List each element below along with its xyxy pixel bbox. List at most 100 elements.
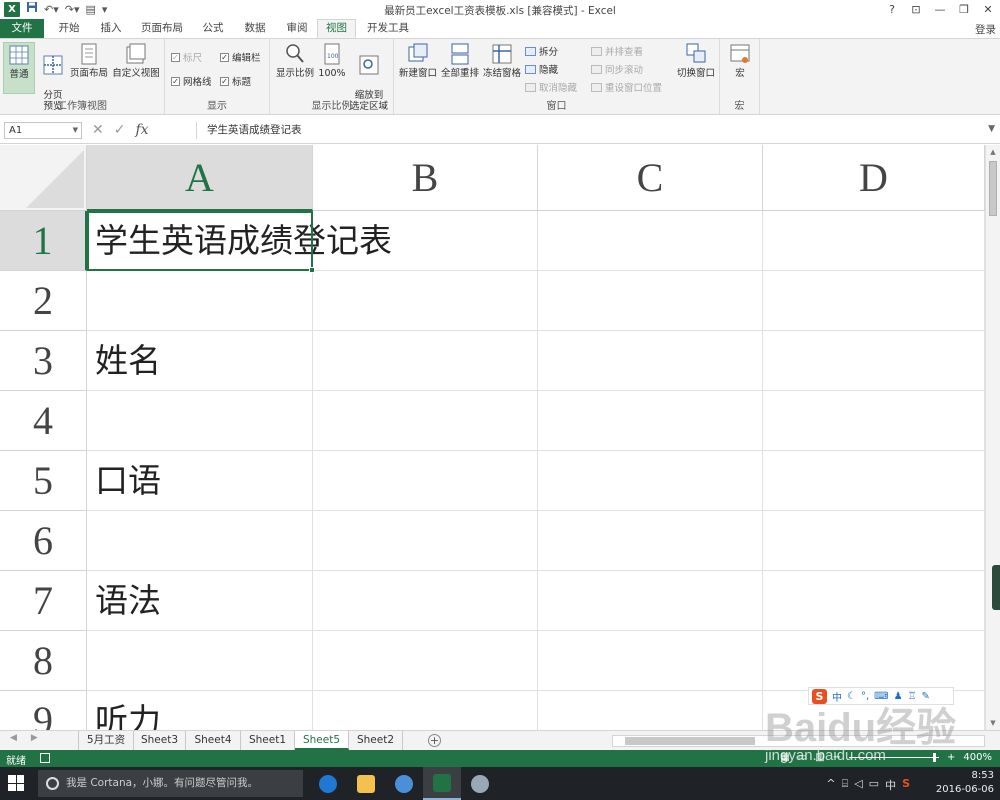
add-sheet-icon[interactable]: + [428, 734, 441, 747]
row-header-9[interactable]: 9 [0, 691, 87, 730]
sogou-tray-icon[interactable]: S [902, 777, 910, 793]
row-header-1[interactable]: 1 [0, 211, 87, 271]
grid-cell-b9[interactable] [313, 691, 538, 730]
normal-view-button[interactable]: 普通 [3, 42, 35, 94]
zoom-button[interactable]: 显示比例 [275, 42, 315, 79]
column-header-b[interactable]: B [313, 145, 538, 211]
tab-data[interactable]: 数据 [238, 19, 272, 38]
row-header-2[interactable]: 2 [0, 271, 87, 331]
cell-a3[interactable]: 姓名 [95, 331, 161, 391]
sheet-tab-sheet4[interactable]: Sheet4 [186, 731, 241, 750]
windows-start-icon[interactable] [8, 775, 24, 791]
row-header-4[interactable]: 4 [0, 391, 87, 451]
taskbar-explorer[interactable] [347, 767, 385, 800]
side-by-side-button[interactable]: 并排查看 [591, 44, 643, 58]
grid-cell-a2[interactable] [87, 271, 313, 331]
cell-a7[interactable]: 语法 [95, 571, 161, 631]
grid-cell-d5[interactable] [763, 451, 985, 511]
macros-button[interactable]: 宏 [726, 42, 754, 79]
sheet-tab-sheet1[interactable]: Sheet1 [241, 731, 295, 750]
grid-cell-b8[interactable] [313, 631, 538, 691]
column-header-c[interactable]: C [538, 145, 763, 211]
custom-views-button[interactable]: 自定义视图 [110, 42, 162, 79]
tab-file[interactable]: 文件 [0, 19, 44, 38]
minimize-button[interactable]: — [928, 0, 952, 19]
grid-cell-c1[interactable] [538, 211, 763, 271]
sync-scroll-button[interactable]: 同步滚动 [591, 62, 643, 76]
formula-input[interactable]: 学生英语成绩登记表 [196, 122, 982, 139]
tab-review[interactable]: 审阅 [280, 19, 314, 38]
vertical-scrollbar[interactable]: ▲ ▼ [985, 145, 1000, 730]
prev-sheet-icon[interactable]: ◀ [10, 733, 17, 743]
tab-insert[interactable]: 插入 [94, 19, 128, 38]
column-header-a[interactable]: A [87, 145, 313, 211]
taskbar-excel[interactable] [423, 767, 461, 800]
grid-cell-c8[interactable] [538, 631, 763, 691]
row-header-3[interactable]: 3 [0, 331, 87, 391]
name-box[interactable]: A1 ▼ [4, 122, 82, 139]
grid-cell-a6[interactable] [87, 511, 313, 571]
cell-a5[interactable]: 口语 [95, 451, 161, 511]
grid-cell-b7[interactable] [313, 571, 538, 631]
new-window-button[interactable]: 新建窗口 [398, 42, 438, 79]
grid-cell-c3[interactable] [538, 331, 763, 391]
switch-windows-button[interactable]: 切换窗口 [674, 42, 718, 79]
sheet-tab-sheet3[interactable]: Sheet3 [134, 731, 186, 750]
grid-cell-d7[interactable] [763, 571, 985, 631]
enter-check-icon[interactable]: ✓ [114, 122, 126, 139]
unhide-button[interactable]: 取消隐藏 [525, 80, 577, 94]
scroll-up-icon[interactable]: ▲ [986, 145, 1000, 159]
action-center-icon[interactable]: ▭ [869, 777, 879, 793]
cortana-search[interactable]: 我是 Cortana，小娜。有问题尽管问我。 [38, 770, 303, 797]
arrange-all-button[interactable]: 全部重排 [440, 42, 480, 79]
grid-cell-d6[interactable] [763, 511, 985, 571]
column-header-d[interactable]: D [763, 145, 985, 211]
side-panel-handle[interactable] [992, 565, 1000, 610]
grid-cell-b2[interactable] [313, 271, 538, 331]
close-button[interactable]: ✕ [976, 0, 1000, 19]
sheet-tab-sheet5[interactable]: Sheet5 [295, 731, 349, 750]
select-all-button[interactable] [0, 145, 87, 211]
grid-cell-d1[interactable] [763, 211, 985, 271]
tab-home[interactable]: 开始 [52, 19, 86, 38]
hide-button[interactable]: 隐藏 [525, 62, 558, 76]
expand-formula-bar-icon[interactable]: ▼ [988, 124, 995, 134]
freeze-panes-button[interactable]: 冻结窗格 [482, 42, 522, 79]
row-header-6[interactable]: 6 [0, 511, 87, 571]
grid-cell-d3[interactable] [763, 331, 985, 391]
help-button[interactable]: ? [880, 0, 904, 19]
vertical-scroll-thumb[interactable] [989, 161, 997, 216]
row-header-7[interactable]: 7 [0, 571, 87, 631]
ruler-checkbox[interactable]: ✓ 标尺 [171, 50, 202, 64]
cancel-icon[interactable]: ✕ [92, 122, 104, 139]
ribbon-display-button[interactable]: ⊡ [904, 0, 928, 19]
sheet-tab-may-salary[interactable]: 5月工资 [78, 731, 134, 750]
grid-cell-c2[interactable] [538, 271, 763, 331]
taskbar-edge[interactable] [309, 767, 347, 800]
network-icon[interactable]: ⌸ [842, 777, 849, 793]
gridlines-checkbox[interactable]: ✓ 网格线 [171, 74, 212, 88]
grid-cell-a4[interactable] [87, 391, 313, 451]
sheet-tab-sheet2[interactable]: Sheet2 [349, 731, 403, 750]
chevron-down-icon[interactable]: ▼ [73, 123, 78, 138]
split-button[interactable]: 拆分 [525, 44, 558, 58]
reset-window-position-button[interactable]: 重设窗口位置 [591, 80, 662, 94]
taskbar-app[interactable] [461, 767, 499, 800]
next-sheet-icon[interactable]: ▶ [31, 733, 38, 743]
horizontal-scroll-thumb[interactable] [625, 737, 755, 745]
headings-checkbox[interactable]: ✓ 标题 [220, 74, 251, 88]
taskbar-browser[interactable] [385, 767, 423, 800]
fill-handle[interactable] [309, 267, 315, 273]
ime-lang-tray[interactable]: 中 [885, 777, 896, 793]
grid-cell-c7[interactable] [538, 571, 763, 631]
login-link[interactable]: 登录 [975, 22, 996, 37]
cell-a9[interactable]: 听力 [95, 691, 161, 730]
grid-cell-b4[interactable] [313, 391, 538, 451]
tab-developer[interactable]: 开发工具 [362, 19, 414, 38]
grid-cell-a8[interactable] [87, 631, 313, 691]
macro-record-icon[interactable] [40, 753, 50, 763]
grid-cell-b6[interactable] [313, 511, 538, 571]
page-layout-view-button[interactable]: 页面布局 [70, 42, 108, 79]
tab-page-layout[interactable]: 页面布局 [136, 19, 188, 38]
grid-cell-c6[interactable] [538, 511, 763, 571]
